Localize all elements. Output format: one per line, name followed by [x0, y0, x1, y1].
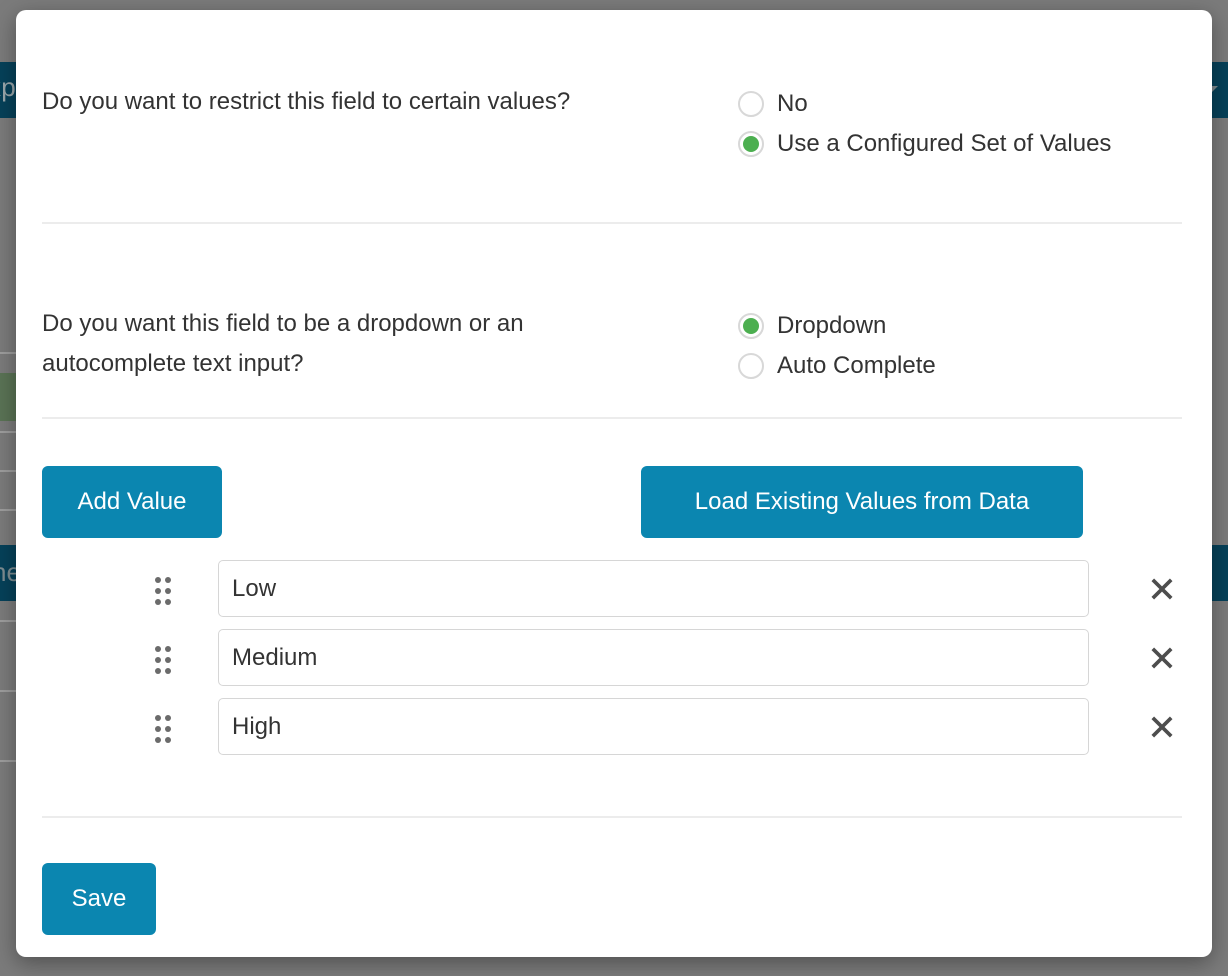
- remove-value-button[interactable]: [1144, 640, 1180, 676]
- radio-configured-set-icon[interactable]: [738, 131, 764, 157]
- save-button[interactable]: Save: [42, 863, 156, 935]
- question-dropdown-or-autocomplete-label: Do you want this field to be a dropdown …: [42, 310, 524, 377]
- radio-option-dropdown-label: Dropdown: [777, 312, 887, 339]
- value-row: [16, 628, 1212, 697]
- remove-value-button[interactable]: [1144, 709, 1180, 745]
- radio-option-dropdown[interactable]: Dropdown: [738, 306, 936, 346]
- remove-value-button[interactable]: [1144, 571, 1180, 607]
- radio-option-auto-complete-label: Auto Complete: [777, 352, 936, 379]
- radio-option-no-label: No: [777, 90, 808, 117]
- background-divider: [0, 690, 16, 692]
- remove-x-icon: [1151, 716, 1173, 738]
- value-input[interactable]: [218, 560, 1089, 617]
- drag-handle-icon[interactable]: [155, 715, 175, 747]
- value-input[interactable]: [218, 629, 1089, 686]
- field-configuration-modal: Do you want to restrict this field to ce…: [16, 10, 1212, 957]
- question-restrict-values-label: Do you want to restrict this field to ce…: [42, 88, 571, 115]
- background-divider: [0, 431, 16, 433]
- section-divider: [42, 816, 1182, 818]
- question-dropdown-or-autocomplete-options: Dropdown Auto Complete: [738, 304, 936, 386]
- background-divider: [0, 352, 16, 354]
- background-divider: [0, 470, 16, 472]
- radio-option-configured-set[interactable]: Use a Configured Set of Values: [738, 124, 1111, 164]
- value-input[interactable]: [218, 698, 1089, 755]
- radio-option-auto-complete[interactable]: Auto Complete: [738, 346, 936, 386]
- radio-option-no[interactable]: No: [738, 84, 1111, 124]
- radio-no-icon[interactable]: [738, 91, 764, 117]
- background-divider: [0, 509, 16, 511]
- remove-x-icon: [1151, 647, 1173, 669]
- remove-x-icon: [1151, 578, 1173, 600]
- load-existing-values-button[interactable]: Load Existing Values from Data: [641, 466, 1083, 538]
- background-divider: [0, 620, 16, 622]
- value-row: [16, 559, 1212, 628]
- section-divider: [42, 222, 1182, 224]
- section-divider: [42, 417, 1182, 419]
- radio-option-configured-set-label: Use a Configured Set of Values: [777, 130, 1112, 157]
- background-navbar-top-text: xp: [0, 72, 16, 102]
- radio-auto-complete-icon[interactable]: [738, 353, 764, 379]
- radio-dropdown-icon[interactable]: [738, 313, 764, 339]
- value-list: [16, 559, 1212, 766]
- background-divider: [0, 760, 16, 762]
- question-restrict-values-options: No Use a Configured Set of Values: [738, 82, 1111, 164]
- drag-handle-icon[interactable]: [155, 646, 175, 678]
- background-status-chip: [0, 373, 16, 421]
- question-restrict-values: Do you want to restrict this field to ce…: [16, 82, 1212, 164]
- drag-handle-icon[interactable]: [155, 577, 175, 609]
- add-value-button[interactable]: Add Value: [42, 466, 222, 538]
- question-dropdown-or-autocomplete: Do you want this field to be a dropdown …: [16, 304, 1212, 386]
- value-row: [16, 697, 1212, 766]
